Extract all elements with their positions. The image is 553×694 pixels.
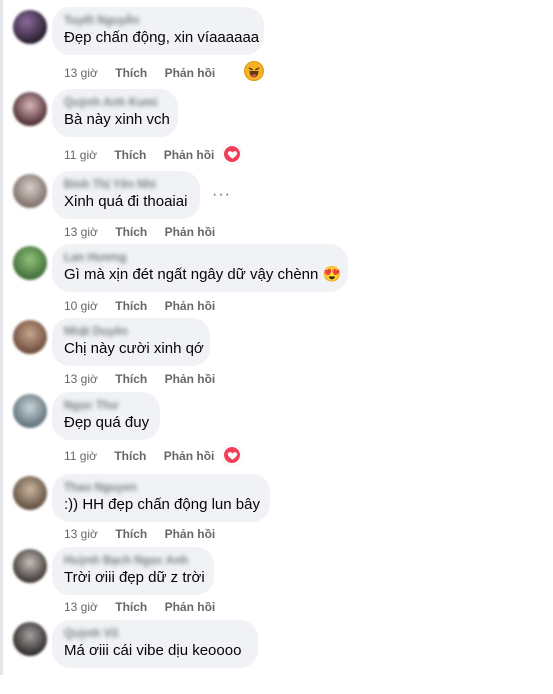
comment-text: Má ơiii cái vibe dịu keoooo (64, 642, 242, 659)
comment-bubble: Quỳnh Anh Kumi Bà này xinh vch (52, 89, 178, 137)
avatar[interactable] (13, 246, 47, 280)
comment-author[interactable]: Ngọc Thư (64, 399, 148, 413)
comment-bubble: Thao Nguyen :)) HH đẹp chấn động lun bây (52, 474, 270, 522)
avatar[interactable] (13, 174, 47, 208)
comment-time[interactable]: 11 giờ (64, 148, 97, 162)
comment-actions: 11 giờ Thích Phản hồi (64, 147, 228, 163)
comment-author[interactable]: Quỳnh Vũ (64, 627, 246, 641)
like-button[interactable]: Thích (115, 299, 147, 313)
comment-item: Thao Nguyen :)) HH đẹp chấn động lun bây… (0, 468, 553, 548)
comment-time[interactable]: 13 giờ (64, 372, 98, 386)
like-button[interactable]: Thích (114, 148, 146, 162)
comment-text: Gì mà xịn đét ngất ngây dữ vậy chènn 😍 (64, 266, 342, 283)
comment-time[interactable]: 13 giờ (64, 600, 98, 614)
comment-item: Quỳnh Vũ Má ơiii cái vibe dịu keoooo (0, 614, 553, 694)
reply-button[interactable]: Phản hồi (165, 372, 216, 386)
comment-text: Xinh quá đi thoaiai (64, 193, 188, 210)
comment-bubble: Nhật Duyên Chị này cười xinh qớ (52, 318, 210, 366)
comment-text: Bà này xinh vch (64, 111, 170, 128)
comment-actions: 13 giờ Thích Phản hồi (64, 599, 229, 615)
comment-item: Lan Hương Gì mà xịn đét ngất ngây dữ vậy… (0, 238, 553, 318)
comment-author[interactable]: Lan Hương (64, 251, 336, 265)
comment-bubble: Huỳnh Bạch Ngọc Anh Trời ơiii đẹp dữ z t… (52, 547, 214, 595)
comment-item: Huỳnh Bạch Ngọc Anh Trời ơiii đẹp dữ z t… (0, 541, 553, 621)
comment-author[interactable]: Thao Nguyen (64, 481, 258, 495)
reply-button[interactable]: Phản hồi (165, 299, 216, 313)
comment-text: :)) HH đẹp chấn động lun bây (64, 496, 260, 513)
comment-item: Quỳnh Anh Kumi Bà này xinh vch 11 giờ Th… (0, 82, 553, 164)
comment-actions: 13 giờ Thích Phản hồi (64, 371, 229, 387)
comment-time[interactable]: 13 giờ (64, 66, 98, 80)
like-button[interactable]: Thích (115, 372, 147, 386)
comment-bubble: Ngọc Thư Đẹp quá đuy (52, 392, 160, 440)
reply-button[interactable]: Phản hồi (164, 449, 215, 463)
reply-button[interactable]: Phản hồi (165, 527, 216, 541)
like-button[interactable]: Thích (115, 225, 147, 239)
comment-actions: 13 giờ Thích Phản hồi (64, 526, 229, 542)
comment-actions: 13 giờ Thích Phản hồi (64, 65, 229, 81)
avatar[interactable] (13, 320, 47, 354)
like-button[interactable]: Thích (114, 449, 146, 463)
avatar[interactable] (13, 10, 47, 44)
avatar[interactable] (13, 476, 47, 510)
like-button[interactable]: Thích (115, 527, 147, 541)
comment-time[interactable]: 11 giờ (64, 449, 97, 463)
comment-bubble: Tuyết Nguyễn Đẹp chấn động, xin víaaaaaa (52, 7, 264, 55)
avatar[interactable] (13, 394, 47, 428)
comment-author[interactable]: Huỳnh Bạch Ngọc Anh (64, 554, 202, 568)
more-options-icon[interactable]: ··· (212, 186, 231, 204)
reply-button[interactable]: Phản hồi (165, 66, 216, 80)
like-button[interactable]: Thích (115, 66, 147, 80)
comment-author[interactable]: Đinh Thị Yến Nhi (64, 178, 188, 192)
avatar[interactable] (13, 92, 47, 126)
comment-actions: 11 giờ Thích Phản hồi (64, 448, 228, 464)
comment-item: Tuyết Nguyễn Đẹp chấn động, xin víaaaaaa… (0, 0, 553, 81)
comment-text: Đẹp chấn động, xin víaaaaaa (64, 29, 260, 46)
comment-item: Nhật Duyên Chị này cười xinh qớ 13 giờ T… (0, 312, 553, 392)
comment-text: Đẹp quá đuy (64, 414, 150, 431)
comment-bubble: Đinh Thị Yến Nhi Xinh quá đi thoaiai (52, 171, 200, 219)
comment-time[interactable]: 13 giờ (64, 225, 98, 239)
comment-item: Đinh Thị Yến Nhi Xinh quá đi thoaiai 13 … (0, 164, 553, 244)
reply-button[interactable]: Phản hồi (165, 600, 216, 614)
like-button[interactable]: Thích (115, 600, 147, 614)
comment-text: Chị này cười xinh qớ (64, 340, 204, 357)
comment-text: Trời ơiii đẹp dữ z trời (64, 569, 205, 586)
comment-author[interactable]: Quỳnh Anh Kumi (64, 96, 166, 110)
reply-button[interactable]: Phản hồi (164, 148, 215, 162)
comment-time[interactable]: 13 giờ (64, 527, 98, 541)
comment-author[interactable]: Tuyết Nguyễn (64, 14, 252, 28)
avatar[interactable] (13, 549, 47, 583)
avatar[interactable] (13, 622, 47, 656)
comment-time[interactable]: 10 giờ (64, 299, 98, 313)
love-reaction-icon[interactable] (222, 445, 242, 465)
reply-button[interactable]: Phản hồi (165, 225, 216, 239)
love-reaction-icon[interactable] (222, 144, 242, 164)
haha-reaction-icon[interactable] (244, 61, 264, 81)
comment-bubble: Quỳnh Vũ Má ơiii cái vibe dịu keoooo (52, 620, 258, 668)
comment-item: Ngọc Thư Đẹp quá đuy 11 giờ Thích Phản h… (0, 388, 553, 468)
comment-bubble: Lan Hương Gì mà xịn đét ngất ngây dữ vậy… (52, 244, 348, 292)
comment-author[interactable]: Nhật Duyên (64, 325, 198, 339)
